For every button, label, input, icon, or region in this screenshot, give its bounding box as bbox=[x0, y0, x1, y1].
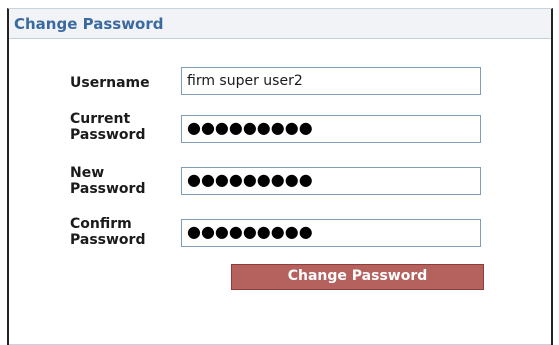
panel-title: Change Password bbox=[14, 15, 164, 33]
change-password-panel: Change Password Username firm super user… bbox=[7, 8, 553, 345]
panel-header: Change Password bbox=[9, 9, 551, 39]
current-password-field[interactable]: ●●●●●●●●● bbox=[181, 115, 481, 143]
new-password-label: New Password bbox=[70, 165, 146, 197]
current-password-label: Current Password bbox=[70, 111, 146, 143]
username-label: Username bbox=[70, 75, 150, 91]
confirm-password-field[interactable]: ●●●●●●●●● bbox=[181, 219, 481, 247]
change-password-button[interactable]: Change Password bbox=[231, 264, 484, 290]
username-field[interactable]: firm super user2 bbox=[181, 67, 481, 95]
confirm-password-label: Confirm Password bbox=[70, 216, 146, 248]
new-password-field[interactable]: ●●●●●●●●● bbox=[181, 167, 481, 195]
